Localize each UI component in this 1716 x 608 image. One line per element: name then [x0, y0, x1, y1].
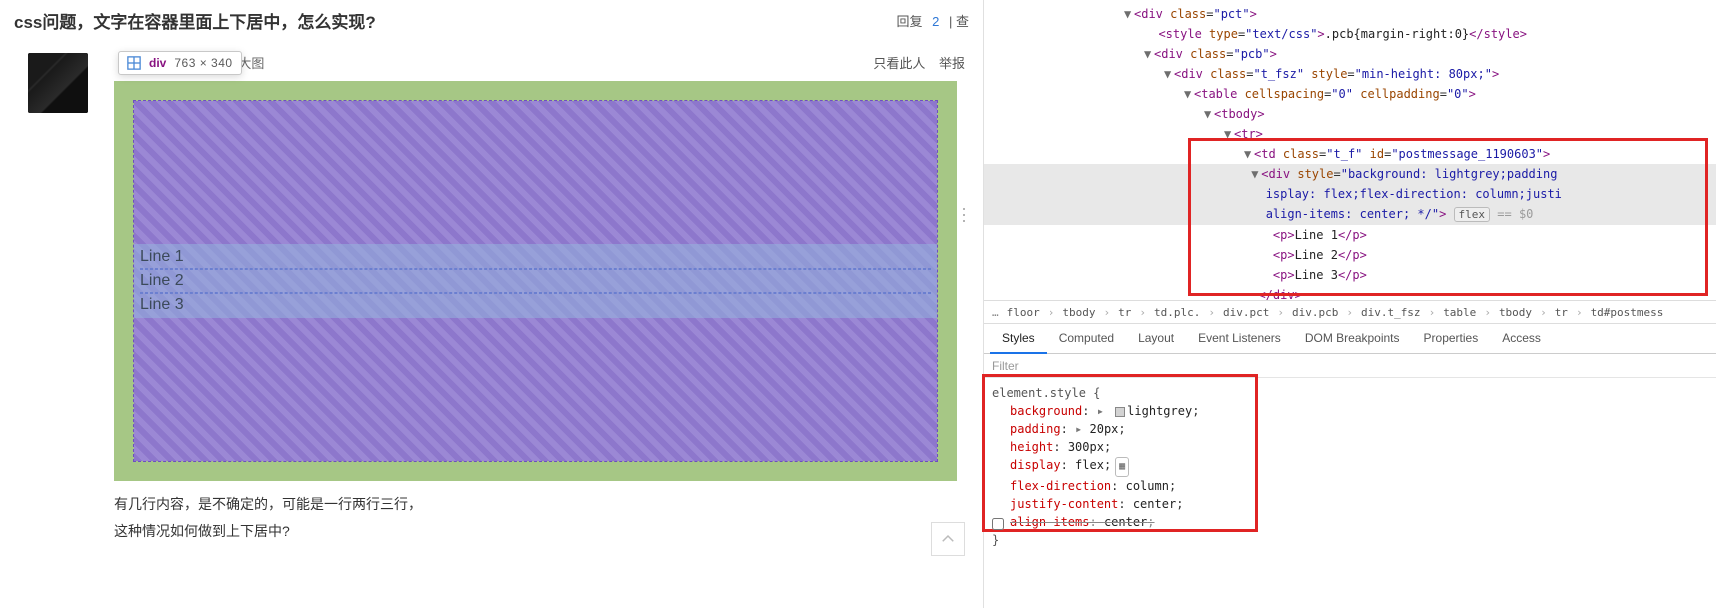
- color-swatch[interactable]: [1115, 407, 1125, 417]
- css-rule[interactable]: background: ▸ lightgrey;: [992, 402, 1708, 420]
- selector-close: }: [992, 531, 1708, 549]
- title-right-stats: 回复 2 | 查: [896, 11, 969, 30]
- dom-node[interactable]: ▼<tr>: [984, 124, 1716, 144]
- body-line: 这种情况如何做到上下居中?: [114, 518, 971, 545]
- page-content-pane: css问题，文字在容器里面上下居中，怎么实现? 回复 2 | 查 xx小 小时前…: [0, 0, 984, 608]
- rule-toggle-checkbox[interactable]: [992, 518, 1004, 530]
- body-line: 有几行内容，是不确定的，可能是一行两行三行，: [114, 491, 971, 518]
- tooltip-dimensions: 763 × 340: [174, 56, 232, 70]
- elements-panel[interactable]: ▼<div class="pct"> <style type="text/css…: [984, 0, 1716, 300]
- dom-node-selected[interactable]: align-items: center; */"> flex == $0: [984, 204, 1716, 225]
- tab-properties[interactable]: Properties: [1412, 325, 1491, 352]
- elements-breadcrumb[interactable]: … floor› tbody› tr› td.plc.› div.pct› di…: [984, 300, 1716, 324]
- post-area: xx小 小时前 | 只看大图 只看此人 举报 div 763 × 340 Lin…: [14, 51, 971, 544]
- tab-computed[interactable]: Computed: [1047, 325, 1126, 352]
- breadcrumb-item[interactable]: td#postmess: [1587, 304, 1668, 321]
- element-inspect-tooltip: div 763 × 340: [118, 51, 242, 75]
- breadcrumb-item[interactable]: div.pct: [1219, 304, 1273, 321]
- breadcrumb-item[interactable]: tr: [1114, 304, 1135, 321]
- post-body-text: 有几行内容，是不确定的，可能是一行两行三行， 这种情况如何做到上下居中?: [114, 491, 971, 544]
- console-ref: == $0: [1490, 207, 1533, 221]
- dom-node[interactable]: ▼<div class="t_fsz" style="min-height: 8…: [984, 64, 1716, 84]
- dom-node-selected[interactable]: ▼<div style="background: lightgrey;paddi…: [984, 164, 1716, 184]
- dom-node[interactable]: <p>Line 2</p>: [984, 245, 1716, 265]
- dom-node[interactable]: ▼<table cellspacing="0" cellpadding="0">: [984, 84, 1716, 104]
- dom-node[interactable]: <p>Line 3</p>: [984, 265, 1716, 285]
- avatar[interactable]: [28, 53, 88, 113]
- breadcrumb-item[interactable]: td.plc.: [1150, 304, 1204, 321]
- dom-node[interactable]: </div>: [984, 285, 1716, 300]
- ellipsis-icon[interactable]: ⋯: [953, 206, 975, 224]
- css-rule[interactable]: align-items: center;: [992, 513, 1708, 531]
- tab-dom-breakpoints[interactable]: DOM Breakpoints: [1293, 325, 1412, 352]
- css-rule[interactable]: justify-content: center;: [992, 495, 1708, 513]
- styles-filter-row: Filter: [984, 354, 1716, 378]
- post-meta: xx小 小时前 | 只看大图: [114, 51, 971, 73]
- styles-tabs: Styles Computed Layout Event Listeners D…: [984, 324, 1716, 354]
- breadcrumb-item[interactable]: floor: [1003, 304, 1044, 321]
- view-partial[interactable]: 查: [956, 14, 969, 29]
- dom-node[interactable]: ▼<div class="pcb">: [984, 44, 1716, 64]
- breadcrumb-item[interactable]: div.t_fsz: [1357, 304, 1425, 321]
- content-line: Line 1: [140, 246, 931, 269]
- breadcrumb-item[interactable]: div.pcb: [1288, 304, 1342, 321]
- content-line: Line 3: [140, 293, 931, 316]
- selector-line[interactable]: element.style {: [992, 384, 1708, 402]
- dom-node[interactable]: <p>Line 1</p>: [984, 225, 1716, 245]
- tab-styles[interactable]: Styles: [990, 325, 1047, 354]
- css-rule[interactable]: flex-direction: column;: [992, 477, 1708, 495]
- reply-count: 2: [932, 14, 939, 29]
- chevron-up-icon: [939, 530, 957, 548]
- dom-node[interactable]: ▼<div class="pct">: [984, 4, 1716, 24]
- post-actions: 只看此人 举报: [863, 53, 965, 72]
- only-this-user[interactable]: 只看此人: [873, 56, 925, 71]
- breadcrumb-ellipsis[interactable]: …: [992, 306, 999, 319]
- devtools-pane: ▼<div class="pct"> <style type="text/css…: [984, 0, 1716, 608]
- tooltip-tag: div: [149, 56, 166, 70]
- breadcrumb-item[interactable]: tbody: [1058, 304, 1099, 321]
- filter-input[interactable]: Filter: [992, 359, 1019, 373]
- content-line: Line 2: [140, 269, 931, 293]
- content-highlight: Line 1 Line 2 Line 3: [134, 244, 937, 318]
- breadcrumb-item[interactable]: table: [1439, 304, 1480, 321]
- css-rule[interactable]: padding: ▸ 20px;: [992, 420, 1708, 438]
- tab-accessibility[interactable]: Access: [1490, 325, 1553, 352]
- tab-event-listeners[interactable]: Event Listeners: [1186, 325, 1293, 352]
- breadcrumb-item[interactable]: tr: [1551, 304, 1572, 321]
- dom-node-selected[interactable]: isplay: flex;flex-direction: column;just…: [984, 184, 1716, 204]
- tab-layout[interactable]: Layout: [1126, 325, 1186, 352]
- dom-node[interactable]: <style type="text/css">.pcb{margin-right…: [984, 24, 1716, 44]
- report-link[interactable]: 举报: [939, 56, 965, 71]
- margin-highlight: Line 1 Line 2 Line 3: [114, 81, 957, 481]
- dom-node[interactable]: ▼<td class="t_f" id="postmessage_1190603…: [984, 144, 1716, 164]
- reply-label[interactable]: 回复: [896, 14, 922, 29]
- scroll-to-top-button[interactable]: [931, 522, 965, 556]
- flex-badge[interactable]: flex: [1454, 207, 1491, 222]
- css-rule[interactable]: height: 300px;: [992, 438, 1708, 456]
- title-bar: css问题，文字在容器里面上下居中，怎么实现? 回复 2 | 查: [0, 0, 983, 39]
- dom-node[interactable]: ▼<tbody>: [984, 104, 1716, 124]
- grid-icon: [127, 56, 141, 70]
- css-rule[interactable]: display: flex;▦: [992, 456, 1708, 477]
- styles-body[interactable]: element.style { background: ▸ lightgrey;…: [984, 378, 1716, 608]
- page-title: css问题，文字在容器里面上下居中，怎么实现?: [14, 8, 376, 33]
- inspected-element-highlight: Line 1 Line 2 Line 3: [114, 81, 971, 481]
- flex-icon[interactable]: ▦: [1115, 457, 1129, 477]
- breadcrumb-item[interactable]: tbody: [1495, 304, 1536, 321]
